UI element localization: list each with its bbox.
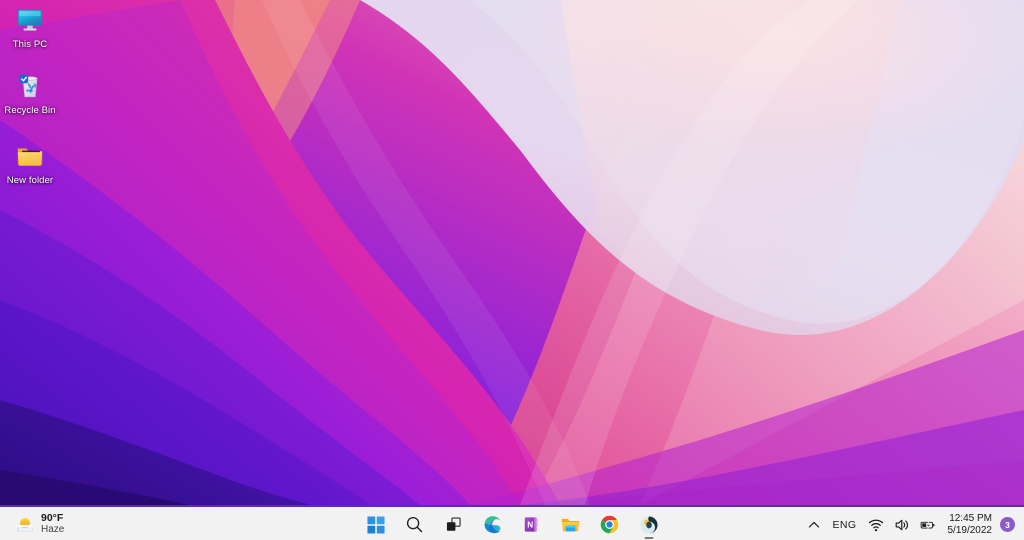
file-explorer-button[interactable] xyxy=(555,509,586,540)
desktop-icon-label: New folder xyxy=(6,175,54,186)
clock-button[interactable]: 12:45 PM 5/19/2022 xyxy=(941,510,1000,540)
language-indicator[interactable]: ENG xyxy=(827,510,863,540)
wifi-icon xyxy=(868,517,884,533)
teal-moon-icon xyxy=(638,514,660,536)
search-icon xyxy=(404,514,426,536)
weather-temperature: 90°F xyxy=(41,511,64,524)
weather-text: 90°F Haze xyxy=(41,511,65,535)
desktop-icon-label: Recycle Bin xyxy=(4,105,56,116)
desktop[interactable]: This PC Recycle Bin New folder 90°F Haze… xyxy=(0,0,1024,540)
language-label: ENG xyxy=(832,518,857,531)
chrome-button[interactable] xyxy=(594,509,625,540)
chevron-up-icon xyxy=(806,517,822,533)
folder-icon xyxy=(14,140,46,172)
chrome-icon xyxy=(599,514,621,536)
desktop-icon-label: This PC xyxy=(12,39,48,50)
desktop-icon-new-folder[interactable]: New folder xyxy=(2,140,58,186)
app8-button[interactable] xyxy=(633,509,664,540)
sun-haze-icon xyxy=(15,514,35,534)
system-tray[interactable]: ENG 12:45 PM 5/19/2022 3 xyxy=(801,507,1024,540)
network-button[interactable] xyxy=(863,510,889,540)
desktop-icon-grid: This PC Recycle Bin New folder xyxy=(0,0,120,480)
desktop-wallpaper xyxy=(0,0,1024,505)
volume-button[interactable] xyxy=(889,510,915,540)
onenote-icon: N xyxy=(521,514,543,536)
taskbar-weather-widget[interactable]: 90°F Haze xyxy=(9,509,70,539)
onenote-button[interactable]: N xyxy=(516,509,547,540)
recycle-bin-icon xyxy=(14,70,46,102)
file-explorer-icon xyxy=(560,514,582,536)
windows-logo-icon xyxy=(365,514,387,536)
search-button[interactable] xyxy=(399,509,430,540)
running-indicator xyxy=(644,537,653,539)
notification-badge[interactable]: 3 xyxy=(1000,517,1015,532)
edge-button[interactable] xyxy=(477,509,508,540)
desktop-icon-this-pc[interactable]: This PC xyxy=(2,4,58,50)
tray-overflow-button[interactable] xyxy=(801,510,827,540)
svg-text:N: N xyxy=(527,521,533,530)
desktop-icon-recycle-bin[interactable]: Recycle Bin xyxy=(2,70,58,116)
weather-condition: Haze xyxy=(41,523,65,535)
battery-charging-icon xyxy=(920,517,936,533)
edge-icon xyxy=(482,514,504,536)
task-view-icon xyxy=(443,514,465,536)
clock-time: 12:45 PM xyxy=(949,513,992,524)
speaker-icon xyxy=(894,517,910,533)
clock-date: 5/19/2022 xyxy=(947,524,993,536)
monitor-icon xyxy=(14,4,46,36)
battery-button[interactable] xyxy=(915,510,941,540)
task-view-button[interactable] xyxy=(438,509,469,540)
taskbar[interactable]: 90°F Haze N ENG 12:45 PM 5/19/2022 3 xyxy=(0,505,1024,540)
start-button[interactable] xyxy=(360,509,391,540)
